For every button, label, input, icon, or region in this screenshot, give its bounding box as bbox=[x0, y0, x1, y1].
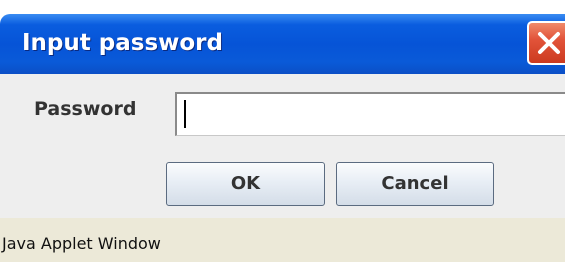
close-icon bbox=[538, 32, 560, 54]
status-text: Java Applet Window bbox=[2, 234, 161, 253]
text-caret bbox=[184, 100, 186, 128]
cancel-button[interactable]: Cancel bbox=[336, 162, 494, 206]
password-field[interactable] bbox=[175, 92, 565, 136]
ok-button[interactable]: OK bbox=[166, 162, 325, 206]
status-bar: Java Applet Window bbox=[0, 218, 565, 262]
password-label: Password bbox=[34, 98, 137, 120]
dialog-content: Password OK Cancel bbox=[0, 74, 565, 218]
close-button[interactable] bbox=[527, 21, 565, 65]
dialog-window: Input password Password OK Cancel Java A… bbox=[0, 0, 565, 262]
dialog-title: Input password bbox=[22, 30, 223, 56]
